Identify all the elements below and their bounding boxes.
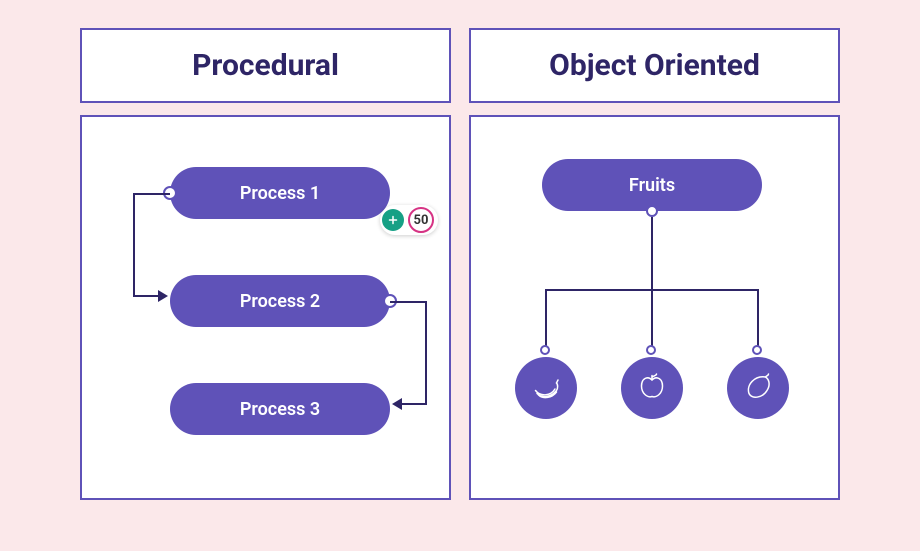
process-1-label: Process 1 — [240, 183, 320, 204]
procedural-header: Procedural — [80, 28, 451, 103]
branch-connector-dot — [540, 345, 550, 355]
tree-branch-line — [757, 289, 759, 349]
apple-icon — [634, 368, 670, 408]
fruits-root-label: Fruits — [629, 175, 675, 196]
tree-branch-line — [651, 289, 653, 349]
process-2-pill: Process 2 — [170, 275, 390, 327]
tree-trunk-line — [651, 217, 653, 291]
procedural-body: Process 1 Process 2 Process 3 — [80, 115, 451, 500]
fruit-child-2 — [621, 357, 683, 419]
object-oriented-title: Object Oriented — [481, 48, 828, 83]
branch-connector-dot — [646, 345, 656, 355]
process-3-pill: Process 3 — [170, 383, 390, 435]
procedural-title: Procedural — [92, 48, 439, 83]
object-oriented-body: Fruits — [469, 115, 840, 500]
mango-icon — [740, 368, 776, 408]
score-value: 50 — [408, 207, 434, 233]
branch-connector-dot — [752, 345, 762, 355]
arrow-2-segment — [400, 403, 427, 405]
tree-branch-line — [545, 289, 547, 349]
process-1-pill: Process 1 — [170, 167, 390, 219]
arrow-2-segment — [390, 301, 427, 303]
process-3-label: Process 3 — [240, 399, 320, 420]
arrow-2-segment — [425, 301, 427, 405]
root-connector-dot — [646, 205, 658, 217]
banana-icon — [528, 368, 564, 408]
arrow-1-head-icon — [158, 290, 168, 302]
diagram-container: Procedural Process 1 Process 2 Process 3 — [0, 0, 920, 530]
fruit-child-3 — [727, 357, 789, 419]
arrow-1-segment — [133, 295, 161, 297]
plus-icon — [382, 209, 404, 231]
fruit-child-1 — [515, 357, 577, 419]
object-oriented-header: Object Oriented — [469, 28, 840, 103]
process-2-label: Process 2 — [240, 291, 320, 312]
object-oriented-column: Object Oriented Fruits — [469, 28, 840, 500]
arrow-2-head-icon — [392, 398, 402, 410]
procedural-column: Procedural Process 1 Process 2 Process 3 — [80, 28, 451, 500]
fruits-root-pill: Fruits — [542, 159, 762, 211]
score-badge[interactable]: 50 — [380, 205, 438, 235]
arrow-1-segment — [133, 193, 170, 195]
arrow-1-segment — [133, 193, 135, 297]
